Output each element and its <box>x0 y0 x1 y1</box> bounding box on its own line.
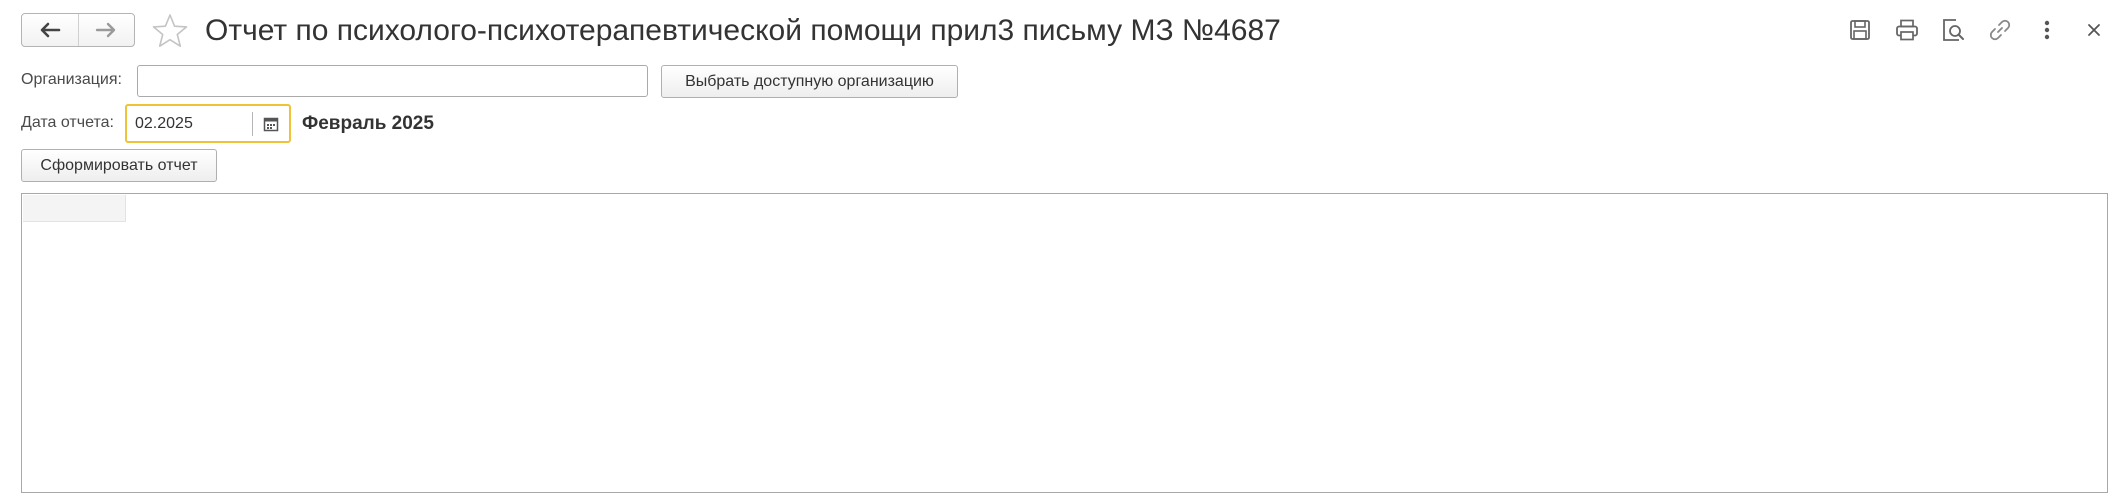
page-title: Отчет по психолого-психотерапевтической … <box>205 14 1281 47</box>
calendar-icon <box>263 117 279 131</box>
report-date-value[interactable]: 02.2025 <box>127 115 252 133</box>
report-cell[interactable] <box>23 195 126 222</box>
copy-link-button[interactable] <box>1985 15 2015 45</box>
close-button[interactable] <box>2079 15 2109 45</box>
link-icon <box>1989 19 2011 41</box>
star-icon <box>152 14 188 47</box>
organization-label: Организация: <box>21 71 122 88</box>
calendar-button[interactable] <box>253 106 289 141</box>
choose-organization-button[interactable]: Выбрать доступную организацию <box>661 65 958 98</box>
navigation-buttons <box>21 13 135 47</box>
more-actions-button[interactable] <box>2032 15 2062 45</box>
organization-input[interactable] <box>137 65 648 97</box>
generate-report-button[interactable]: Сформировать отчет <box>21 149 217 182</box>
print-button[interactable] <box>1892 15 1922 45</box>
save-button[interactable] <box>1845 15 1875 45</box>
report-date-field[interactable]: 02.2025 <box>125 104 291 143</box>
close-icon <box>2088 24 2100 36</box>
forward-button[interactable] <box>77 14 135 46</box>
preview-button[interactable] <box>1938 15 1968 45</box>
title-bar: Отчет по психолого-психотерапевтической … <box>0 0 2127 62</box>
more-icon <box>2044 20 2050 40</box>
report-spreadsheet[interactable] <box>21 193 2108 493</box>
back-button[interactable] <box>22 14 78 46</box>
save-icon <box>1850 20 1870 40</box>
report-date-label: Дата отчета: <box>21 114 114 131</box>
print-icon <box>1896 19 1918 41</box>
arrow-right-icon <box>96 22 116 38</box>
favorite-button[interactable] <box>150 11 190 51</box>
report-period-text: Февраль 2025 <box>302 113 434 134</box>
preview-icon <box>1943 19 1964 41</box>
arrow-left-icon <box>40 22 61 38</box>
